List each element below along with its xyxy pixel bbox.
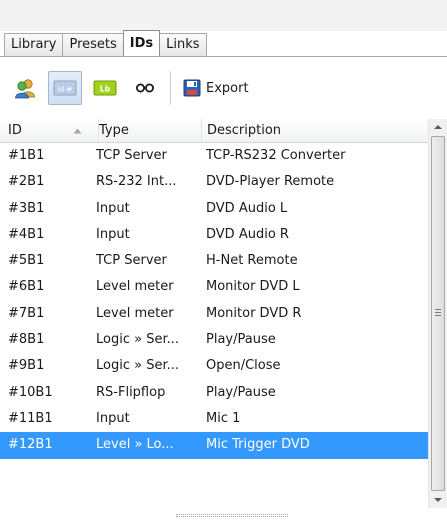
cell-id: #5B1 <box>8 253 45 269</box>
cell-id: #12B1 <box>8 437 53 453</box>
label-tag-button[interactable]: Lb <box>88 71 122 105</box>
table-body: #1B1 TCP Server TCP-RS232 Converter #2B1… <box>0 143 428 459</box>
link-icon <box>136 83 154 93</box>
cell-id: #8B1 <box>8 332 45 348</box>
cell-type: RS-232 Int... <box>96 174 177 190</box>
scrollbar-thumb[interactable] <box>431 136 445 491</box>
sort-ascending-icon <box>73 128 82 134</box>
tab-ids[interactable]: IDs <box>122 30 161 56</box>
cell-type: Input <box>96 410 130 426</box>
table-row[interactable]: #11B1 Input Mic 1 <box>0 406 428 432</box>
scrollbar-grip-icon <box>435 309 441 318</box>
table-row-selected[interactable]: #12B1 Level » Lo... Mic Trigger DVD <box>0 432 428 459</box>
table-row[interactable]: #5B1 TCP Server H-Net Remote <box>0 248 428 274</box>
cell-description: DVD Audio R <box>206 226 289 242</box>
id-tag-icon: Id # <box>53 80 77 96</box>
column-header-id-label: ID <box>8 123 22 138</box>
table-row[interactable]: #3B1 Input DVD Audio L <box>0 196 428 222</box>
cell-id: #1B1 <box>8 148 45 163</box>
table-row[interactable]: #1B1 TCP Server TCP-RS232 Converter <box>0 143 428 169</box>
cell-description: TCP-RS232 Converter <box>206 148 346 163</box>
tab-library[interactable]: Library <box>4 33 64 56</box>
cell-type: Logic » Ser... <box>96 358 179 374</box>
cell-type: TCP Server <box>96 253 167 269</box>
cell-id: #3B1 <box>8 200 45 216</box>
users-icon <box>15 79 35 99</box>
column-header-id[interactable]: ID <box>0 119 99 143</box>
users-button[interactable] <box>8 71 42 105</box>
table-row[interactable]: #9B1 Logic » Ser... Open/Close <box>0 353 428 379</box>
export-label: Export <box>206 80 249 96</box>
cell-description: Mic 1 <box>206 410 241 426</box>
cell-description: Monitor DVD L <box>206 279 300 295</box>
cell-description: Play/Pause <box>206 384 276 400</box>
cell-description: Monitor DVD R <box>206 305 302 321</box>
tab-presets[interactable]: Presets <box>62 33 124 56</box>
panel-top-strip <box>0 0 447 31</box>
table-row[interactable]: #8B1 Logic » Ser... Play/Pause <box>0 327 428 353</box>
table-row[interactable]: #10B1 RS-Flipflop Play/Pause <box>0 380 428 406</box>
export-button[interactable]: Export <box>179 71 253 105</box>
table-header: ID Type Description <box>0 119 428 143</box>
label-tag-text: Lb <box>100 85 111 94</box>
cell-description: H-Net Remote <box>206 253 298 269</box>
cell-type: Input <box>96 226 130 242</box>
cell-description: Open/Close <box>206 358 281 374</box>
column-header-type[interactable]: Type <box>99 119 202 143</box>
cell-id: #7B1 <box>8 305 45 321</box>
cell-type: TCP Server <box>96 148 167 163</box>
cell-type: RS-Flipflop <box>96 384 166 400</box>
toolbar: Id # Lb Export <box>0 57 447 119</box>
table-row[interactable]: #6B1 Level meter Monitor DVD L <box>0 274 428 300</box>
table-row[interactable]: #2B1 RS-232 Int... DVD-Player Remote <box>0 169 428 195</box>
ids-table: ID Type Description #1B1 TCP Server TCP-… <box>0 119 447 508</box>
id-tag-button[interactable]: Id # <box>48 71 82 105</box>
scroll-up-icon[interactable] <box>429 119 447 136</box>
cell-type: Input <box>96 200 130 216</box>
table-row[interactable]: #4B1 Input DVD Audio R <box>0 222 428 248</box>
cell-type: Level meter <box>96 279 174 295</box>
id-tag-text: Id # <box>58 86 73 94</box>
floppy-disk-icon <box>183 79 201 97</box>
cell-id: #4B1 <box>8 226 45 242</box>
label-tag-icon: Lb <box>93 80 117 96</box>
cell-id: #6B1 <box>8 279 45 295</box>
cell-id: #11B1 <box>8 410 53 426</box>
resize-grip[interactable] <box>176 514 288 517</box>
cell-description: DVD-Player Remote <box>206 174 335 190</box>
cell-description: Play/Pause <box>206 332 276 348</box>
cell-description: Mic Trigger DVD <box>206 437 310 453</box>
link-button[interactable] <box>128 71 162 105</box>
cell-id: #10B1 <box>8 384 53 400</box>
cell-id: #9B1 <box>8 358 45 374</box>
table-row[interactable]: #7B1 Level meter Monitor DVD R <box>0 301 428 327</box>
scroll-down-icon[interactable] <box>429 491 447 508</box>
toolbar-separator <box>170 71 171 105</box>
tab-bar: Library Presets IDs Links <box>4 30 207 56</box>
cell-type: Level meter <box>96 305 174 321</box>
column-header-description[interactable]: Description <box>202 119 428 143</box>
tab-panel-border <box>0 56 447 57</box>
tab-links[interactable]: Links <box>159 33 207 56</box>
vertical-scrollbar[interactable] <box>428 119 447 508</box>
column-header-type-label: Type <box>99 123 129 138</box>
column-header-description-label: Description <box>207 123 282 138</box>
cell-type: Level » Lo... <box>96 437 174 453</box>
cell-type: Logic » Ser... <box>96 332 179 348</box>
cell-description: DVD Audio L <box>206 200 288 216</box>
cell-id: #2B1 <box>8 174 45 190</box>
